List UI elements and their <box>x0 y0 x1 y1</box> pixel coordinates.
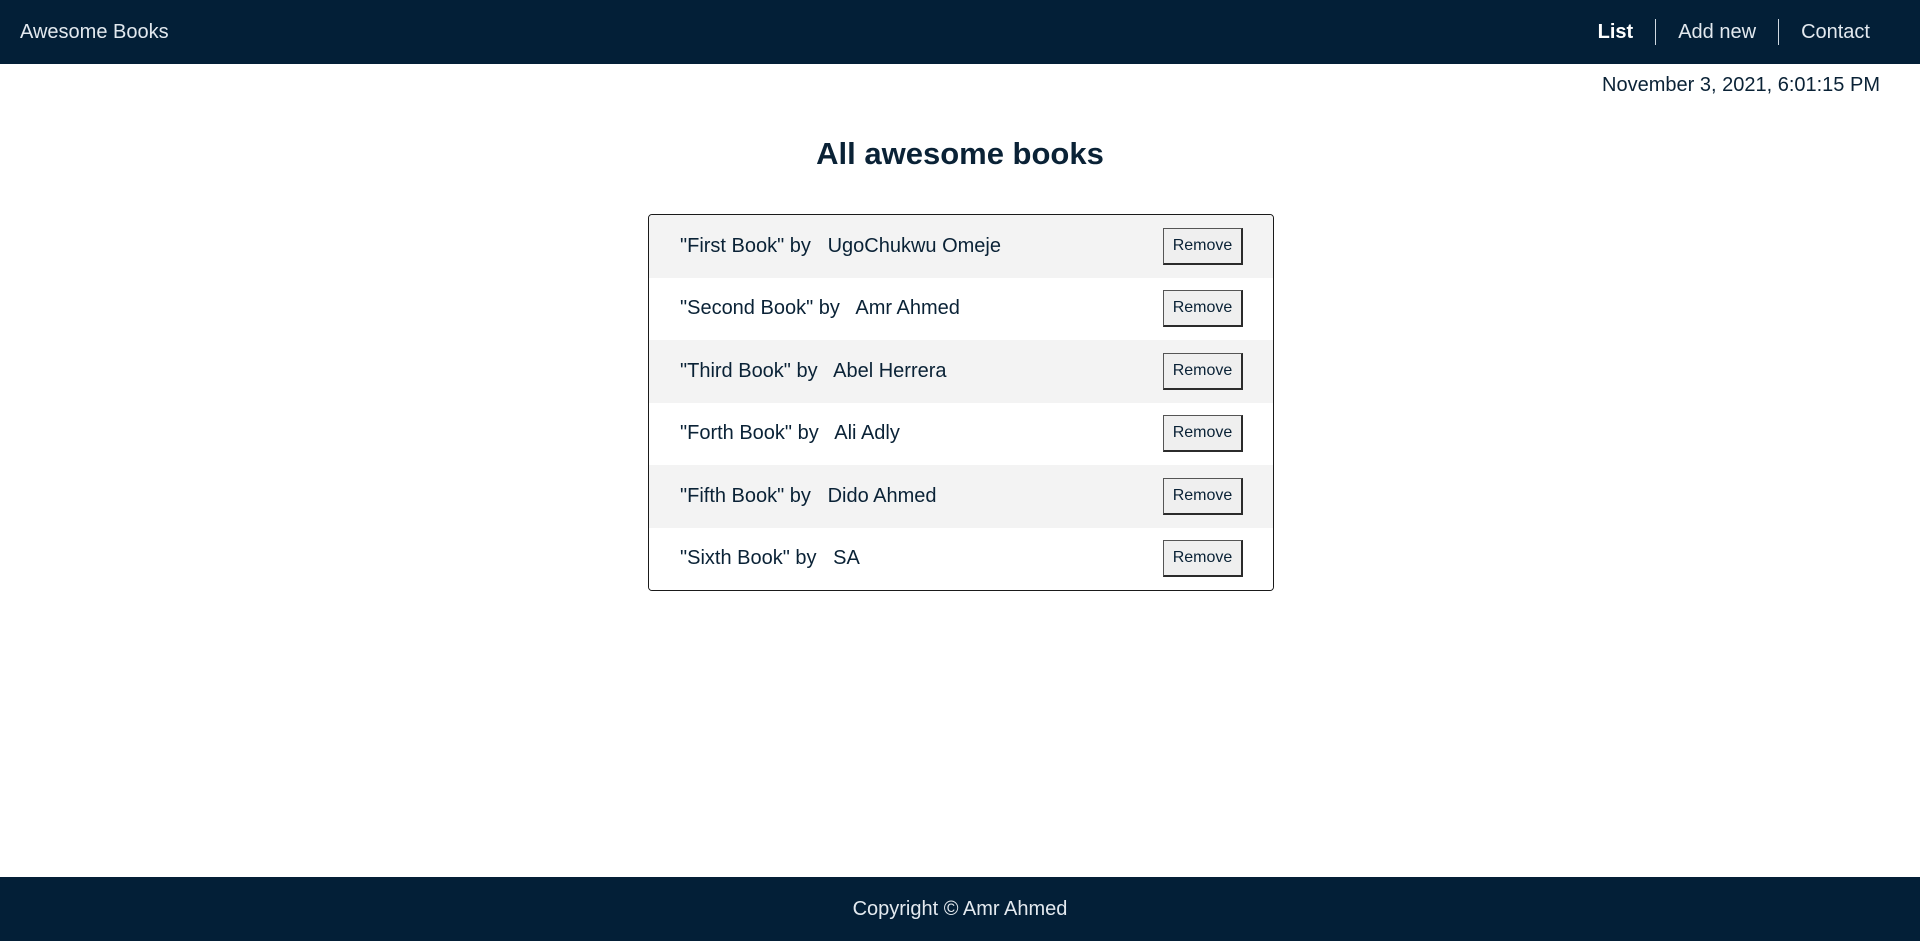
page-title: All awesome books <box>816 136 1104 171</box>
book-entry-text: "Fifth Book" by Dido Ahmed <box>680 484 937 507</box>
remove-book-button[interactable]: Remove <box>1163 290 1243 328</box>
book-list: "First Book" by UgoChukwu Omeje Remove "… <box>648 214 1274 591</box>
navbar: Awesome Books List Add new Contact <box>0 0 1920 64</box>
book-row: "First Book" by UgoChukwu Omeje Remove <box>649 215 1273 278</box>
copyright-text: Copyright © Amr Ahmed <box>852 898 1068 920</box>
remove-book-button[interactable]: Remove <box>1163 415 1243 453</box>
book-entry-text: "Sixth Book" by SA <box>680 547 860 570</box>
book-row: "Third Book" by Abel Herrera Remove <box>649 340 1273 403</box>
nav-link-list[interactable]: List <box>1576 20 1656 44</box>
brand-logo[interactable]: Awesome Books <box>20 0 169 64</box>
page: Awesome Books List Add new Contact Novem… <box>0 0 1920 941</box>
book-row: "Sixth Book" by SA Remove <box>649 527 1273 590</box>
remove-book-button[interactable]: Remove <box>1163 540 1243 578</box>
book-row: "Forth Book" by Ali Adly Remove <box>649 402 1273 465</box>
nav-link-contact[interactable]: Contact <box>1779 20 1892 44</box>
book-row: "Fifth Book" by Dido Ahmed Remove <box>649 465 1273 528</box>
nav-link-add-new[interactable]: Add new <box>1656 20 1778 44</box>
nav-links: List Add new Contact <box>1576 0 1892 64</box>
book-row: "Second Book" by Amr Ahmed Remove <box>649 277 1273 340</box>
book-entry-text: "Forth Book" by Ali Adly <box>680 422 900 445</box>
remove-book-button[interactable]: Remove <box>1163 227 1243 265</box>
book-entry-text: "First Book" by UgoChukwu Omeje <box>680 234 1001 257</box>
current-datetime: November 3, 2021, 6:01:15 PM <box>1602 74 1880 96</box>
footer: Copyright © Amr Ahmed <box>0 877 1920 941</box>
remove-book-button[interactable]: Remove <box>1163 477 1243 515</box>
remove-book-button[interactable]: Remove <box>1163 352 1243 390</box>
book-entry-text: "Second Book" by Amr Ahmed <box>680 297 960 320</box>
book-entry-text: "Third Book" by Abel Herrera <box>680 359 947 382</box>
